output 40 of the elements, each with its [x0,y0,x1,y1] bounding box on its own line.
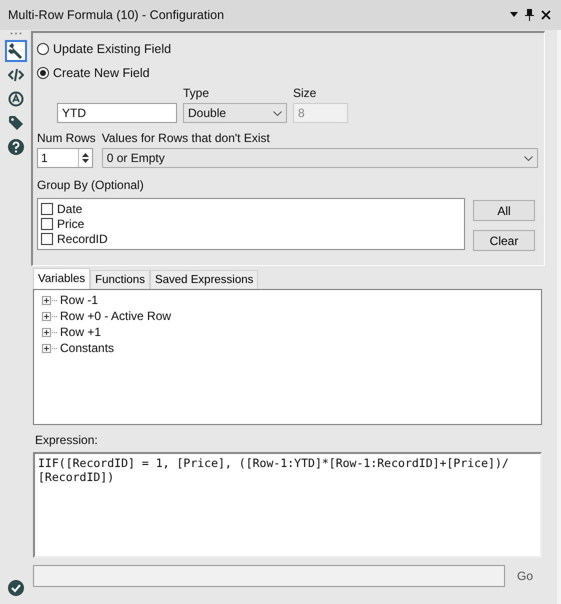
type-label: Type [183,86,210,101]
size-label: Size [293,86,318,101]
group-by-label: Group By (Optional) [37,178,144,193]
tree-item[interactable]: Row +0 - Active Row [42,308,533,324]
go-button[interactable]: Go [513,569,538,583]
expression-label: Expression: [35,433,98,448]
chevron-down-icon[interactable] [524,156,533,160]
window-title: Multi-Row Formula (10) - Configuration [8,8,226,22]
missing-rows-dropdown[interactable]: 0 or Empty [102,148,538,168]
num-rows-spinner[interactable]: 1 [37,148,93,168]
close-icon[interactable] [541,10,551,20]
type-dropdown[interactable]: Double [183,103,287,123]
expand-icon[interactable] [42,344,51,352]
checkbox[interactable]: Date [41,201,461,216]
tab[interactable]: Saved Expressions [150,270,258,289]
expand-icon[interactable] [42,328,51,336]
num-rows-label: Num Rows [37,131,96,146]
tree-item[interactable]: Constants [42,340,533,356]
tab[interactable]: Functions [90,270,150,289]
grip-icon [10,32,22,35]
group-button[interactable]: Clear [473,230,535,251]
checkbox[interactable]: Price [41,216,461,231]
radio-button[interactable]: Update Existing Field [37,37,172,61]
checkbox[interactable]: RecordID [41,231,461,246]
dropdown-icon[interactable] [510,12,518,18]
missing-rows-label: Values for Rows that don't Exist [102,131,271,146]
pin-icon[interactable] [525,9,534,21]
expand-icon[interactable] [42,296,51,304]
radio-button[interactable]: Create New Field [37,61,150,85]
chevron-down-icon[interactable] [273,110,282,116]
expand-icon[interactable] [42,312,51,320]
radio-icon[interactable] [37,43,49,55]
expression-editor[interactable]: IIF([RecordID] = 1, [Price], ([Row-1:YTD]*[Row-1:RecordID]+[Price])/ [RecordID]) [33,452,542,558]
field-name-input[interactable]: YTD [57,103,177,123]
tool-button[interactable] [4,40,26,62]
group-button[interactable]: All [473,200,535,221]
radio-icon[interactable] [37,67,49,79]
tree-item[interactable]: Row -1 [42,292,533,308]
tab[interactable]: Variables [33,268,90,289]
tree-item[interactable]: Row +1 [42,324,533,340]
